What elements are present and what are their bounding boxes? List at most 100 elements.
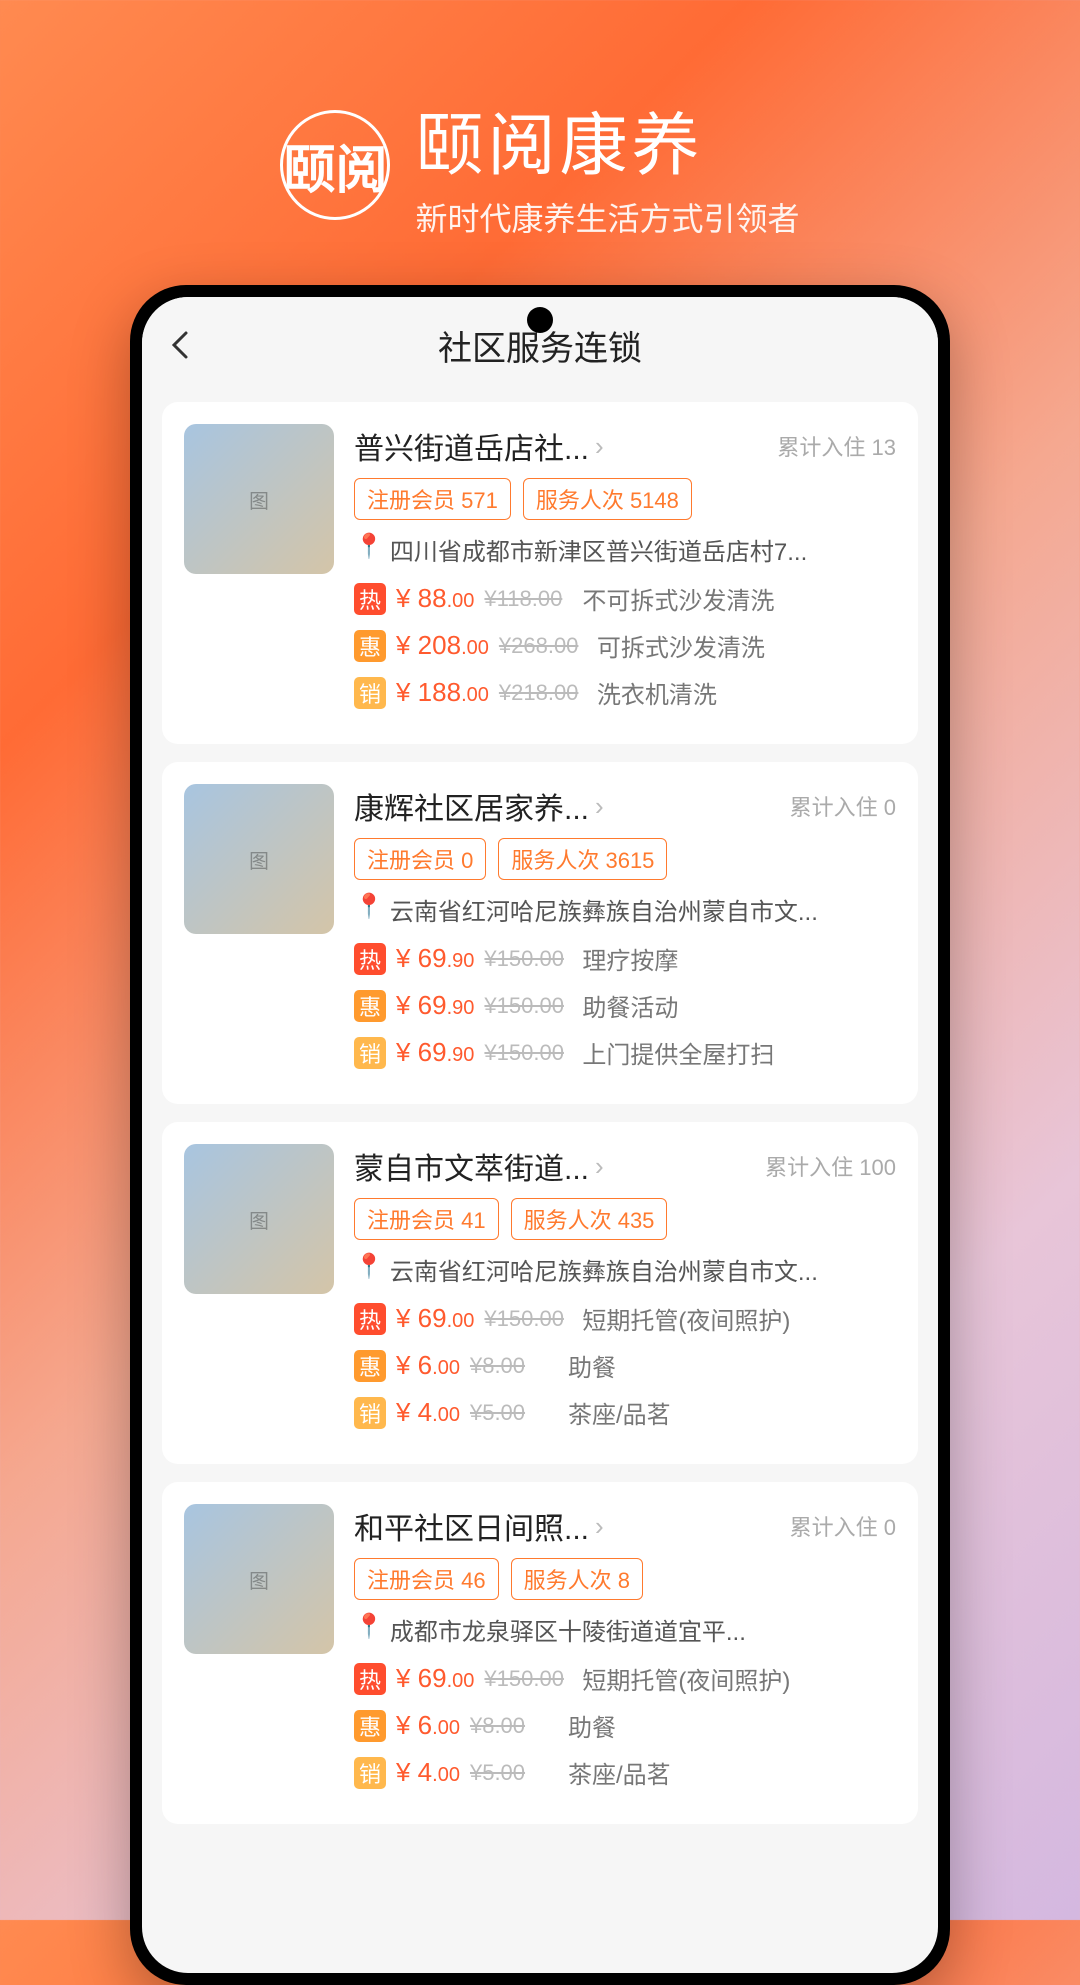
old-price: ¥5.00: [470, 1760, 554, 1786]
back-button[interactable]: [170, 328, 190, 370]
member-badge: 注册会员 46: [354, 1558, 499, 1600]
price: ¥ 6.00: [396, 1350, 460, 1381]
service-row[interactable]: 惠 ¥ 208.00 ¥268.00 可拆式沙发清洗: [354, 628, 896, 663]
service-card[interactable]: 图和平社区日间照...› 累计入住 0 注册会员 46 服务人次 8 📍成都市龙泉驿区十…: [162, 1482, 918, 1824]
brand-logo: 颐阅: [280, 110, 390, 220]
hot-tag: 热: [354, 1663, 386, 1695]
location-pin-icon: 📍: [354, 892, 384, 921]
card-image: 图: [184, 1504, 334, 1654]
service-name: 短期托管(夜间照护): [582, 1301, 790, 1336]
cumulative-stat: 累计入住 100: [765, 1150, 896, 1182]
service-card[interactable]: 图蒙自市文萃街道...›累计入住 100注册会员 41服务人次 435📍云南省红…: [162, 1122, 918, 1464]
service-row[interactable]: 热¥ 69.00¥150.00短期托管(夜间照护): [354, 1661, 896, 1696]
service-row[interactable]: 销¥ 4.00¥5.00茶座/品茗: [354, 1755, 896, 1790]
price: ¥ 88.00: [396, 583, 474, 614]
card-title: 和平社区日间照...: [354, 1504, 589, 1548]
brand-title: 颐阅康养: [415, 90, 799, 189]
hui-tag: 惠: [354, 990, 386, 1022]
service-name: 茶座/品茗: [568, 1755, 671, 1790]
service-row[interactable]: 销¥ 4.00¥5.00茶座/品茗: [354, 1395, 896, 1430]
service-name: 茶座/品茗: [568, 1395, 671, 1430]
chevron-right-icon: ›: [595, 1151, 604, 1182]
price: ¥ 69.90: [396, 990, 474, 1021]
brand-subtitle: 新时代康养生活方式引领者: [415, 194, 799, 240]
price: ¥ 6.00: [396, 1710, 460, 1741]
card-image: 图: [184, 424, 334, 574]
old-price: ¥218.00: [499, 680, 583, 706]
card-list[interactable]: 图普兴街道岳店社...›累计入住 13注册会员 571服务人次 5148📍四川省…: [142, 392, 938, 1824]
location-pin-icon: 📍: [354, 532, 384, 561]
chevron-right-icon: ›: [595, 431, 604, 462]
price: ¥ 69.90: [396, 1037, 474, 1068]
old-price: ¥268.00: [499, 633, 583, 659]
price: ¥ 69.90: [396, 943, 474, 974]
address-text: 成都市龙泉驿区十陵街道道宜平...: [390, 1612, 746, 1647]
cumulative-stat: 累计入住 0: [790, 1510, 896, 1542]
chevron-left-icon: [170, 329, 190, 361]
service-card[interactable]: 图康辉社区居家养...›累计入住 0注册会员 0服务人次 3615📍云南省红河哈…: [162, 762, 918, 1104]
service-row[interactable]: 惠 ¥ 6.00 ¥8.00 助餐: [354, 1348, 896, 1383]
old-price: ¥8.00: [470, 1353, 554, 1379]
price: ¥ 4.00: [396, 1757, 460, 1788]
member-badge: 注册会员 0: [354, 838, 486, 880]
service-name: 上门提供全屋打扫: [582, 1035, 774, 1070]
old-price: ¥150.00: [484, 1306, 568, 1332]
service-row[interactable]: 惠¥ 6.00¥8.00助餐: [354, 1708, 896, 1743]
service-row[interactable]: 热 ¥ 69.00 ¥150.00 短期托管(夜间照护): [354, 1301, 896, 1336]
card-body: 普兴街道岳店社...›累计入住 13注册会员 571服务人次 5148📍四川省成…: [354, 424, 896, 722]
card-title: 蒙自市文萃街道...: [354, 1144, 589, 1188]
service-name: 可拆式沙发清洗: [597, 628, 765, 663]
hui-tag: 惠: [354, 1710, 386, 1742]
price: ¥ 69.00: [396, 1663, 474, 1694]
service-name: 助餐活动: [582, 988, 678, 1023]
service-row[interactable]: 销 ¥ 69.90 ¥150.00 上门提供全屋打扫: [354, 1035, 896, 1070]
service-count-badge: 服务人次 435: [511, 1198, 668, 1240]
service-name: 不可拆式沙发清洗: [582, 581, 774, 616]
location-pin-icon: 📍: [354, 1612, 384, 1641]
service-count-badge: 服务人次 3615: [498, 838, 667, 880]
service-card[interactable]: 图普兴街道岳店社...›累计入住 13注册会员 571服务人次 5148📍四川省…: [162, 402, 918, 744]
service-name: 助餐: [568, 1348, 616, 1383]
hui-tag: 惠: [354, 1350, 386, 1382]
hot-tag: 热: [354, 943, 386, 975]
location-pin-icon: 📍: [354, 1252, 384, 1281]
price: ¥ 4.00: [396, 1397, 460, 1428]
service-row[interactable]: 销 ¥ 188.00 ¥218.00 洗衣机清洗: [354, 675, 896, 710]
chevron-right-icon: ›: [595, 1511, 604, 1542]
old-price: ¥8.00: [470, 1713, 554, 1739]
card-body: 蒙自市文萃街道...›累计入住 100注册会员 41服务人次 435📍云南省红河…: [354, 1144, 896, 1442]
price: ¥ 69.00: [396, 1303, 474, 1334]
service-row[interactable]: 热 ¥ 69.90 ¥150.00 理疗按摩: [354, 941, 896, 976]
card-body: 和平社区日间照...› 累计入住 0 注册会员 46 服务人次 8 📍成都市龙泉驿区十陵…: [354, 1504, 896, 1802]
old-price: ¥118.00: [484, 586, 568, 612]
hot-tag: 热: [354, 1303, 386, 1335]
service-row[interactable]: 惠 ¥ 69.90 ¥150.00 助餐活动: [354, 988, 896, 1023]
service-name: 洗衣机清洗: [597, 675, 717, 710]
service-count-badge: 服务人次 5148: [523, 478, 692, 520]
card-image: 图: [184, 1144, 334, 1294]
card-title: 康辉社区居家养...: [354, 784, 589, 828]
address-text: 云南省红河哈尼族彝族自治州蒙自市文...: [390, 1252, 818, 1287]
service-row[interactable]: 热 ¥ 88.00 ¥118.00 不可拆式沙发清洗: [354, 581, 896, 616]
service-name: 理疗按摩: [582, 941, 678, 976]
hot-tag: 热: [354, 583, 386, 615]
card-title: 普兴街道岳店社...: [354, 424, 589, 468]
price: ¥ 208.00: [396, 630, 489, 661]
service-name: 短期托管(夜间照护): [582, 1661, 790, 1696]
old-price: ¥150.00: [484, 1040, 568, 1066]
old-price: ¥150.00: [484, 946, 568, 972]
old-price: ¥150.00: [484, 993, 568, 1019]
xiao-tag: 销: [354, 1037, 386, 1069]
member-badge: 注册会员 571: [354, 478, 511, 520]
cumulative-stat: 累计入住 0: [790, 790, 896, 822]
brand-header: 颐阅 颐阅康养 新时代康养生活方式引领者: [0, 0, 1080, 280]
card-image: 图: [184, 784, 334, 934]
chevron-right-icon: ›: [595, 791, 604, 822]
card-body: 康辉社区居家养...›累计入住 0注册会员 0服务人次 3615📍云南省红河哈尼…: [354, 784, 896, 1082]
hui-tag: 惠: [354, 630, 386, 662]
xiao-tag: 销: [354, 677, 386, 709]
xiao-tag: 销: [354, 1397, 386, 1429]
phone-frame: 社区服务连锁 图普兴街道岳店社...›累计入住 13注册会员 571服务人次 5…: [130, 285, 950, 1985]
price: ¥ 188.00: [396, 677, 489, 708]
service-count-badge: 服务人次 8: [511, 1558, 643, 1600]
